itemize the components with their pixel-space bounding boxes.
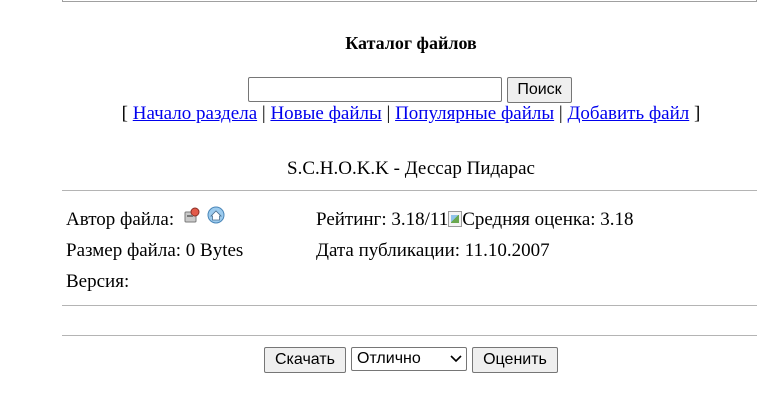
divider	[62, 305, 757, 306]
section-nav: [ Начало раздела | Новые файлы | Популяр…	[0, 103, 775, 125]
chevron-down-icon	[450, 355, 462, 363]
version-label: Версия:	[66, 271, 130, 292]
search-button[interactable]: Поиск	[507, 77, 572, 103]
page-title: Каталог файлов	[345, 33, 477, 53]
rating-image-alt: Средняя оценка: 3.18	[462, 209, 634, 230]
rating-label: Рейтинг: 3.18/11	[316, 209, 449, 230]
vote-button[interactable]: Оценить	[472, 347, 558, 373]
file-size-label: Размер файла: 0 Bytes	[66, 240, 244, 261]
nav-separator: |	[386, 103, 391, 124]
nav-link-section-start[interactable]: Начало раздела	[133, 103, 257, 124]
nav-link-new-files[interactable]: Новые файлы	[270, 103, 381, 124]
nav-link-popular-files[interactable]: Популярные файлы	[395, 103, 554, 124]
divider	[62, 190, 757, 191]
divider	[62, 335, 757, 336]
nav-separator: |	[261, 103, 266, 124]
rating-row: Рейтинг: 3.18/11 Средняя оценка: 3.18	[316, 209, 634, 231]
homepage-icon[interactable]	[207, 206, 225, 224]
vote-select[interactable]: Отлично	[351, 347, 467, 371]
file-name: S.C.H.O.K.K - Дессар Пидарас	[287, 158, 535, 179]
nav-separator: |	[558, 103, 563, 124]
vote-select-value: Отлично	[357, 350, 421, 367]
author-label: Автор файла:	[66, 209, 175, 230]
nav-close-bracket: ]	[694, 103, 701, 124]
top-frame	[62, 0, 757, 2]
search-input[interactable]	[248, 77, 502, 102]
broken-image-icon	[448, 211, 463, 227]
download-button[interactable]: Скачать	[264, 347, 346, 373]
publish-date-label: Дата публикации: 11.10.2007	[316, 240, 550, 261]
nav-link-add-file[interactable]: Добавить файл	[567, 103, 689, 124]
profile-icon[interactable]	[184, 206, 202, 224]
nav-open-bracket: [	[121, 103, 128, 124]
